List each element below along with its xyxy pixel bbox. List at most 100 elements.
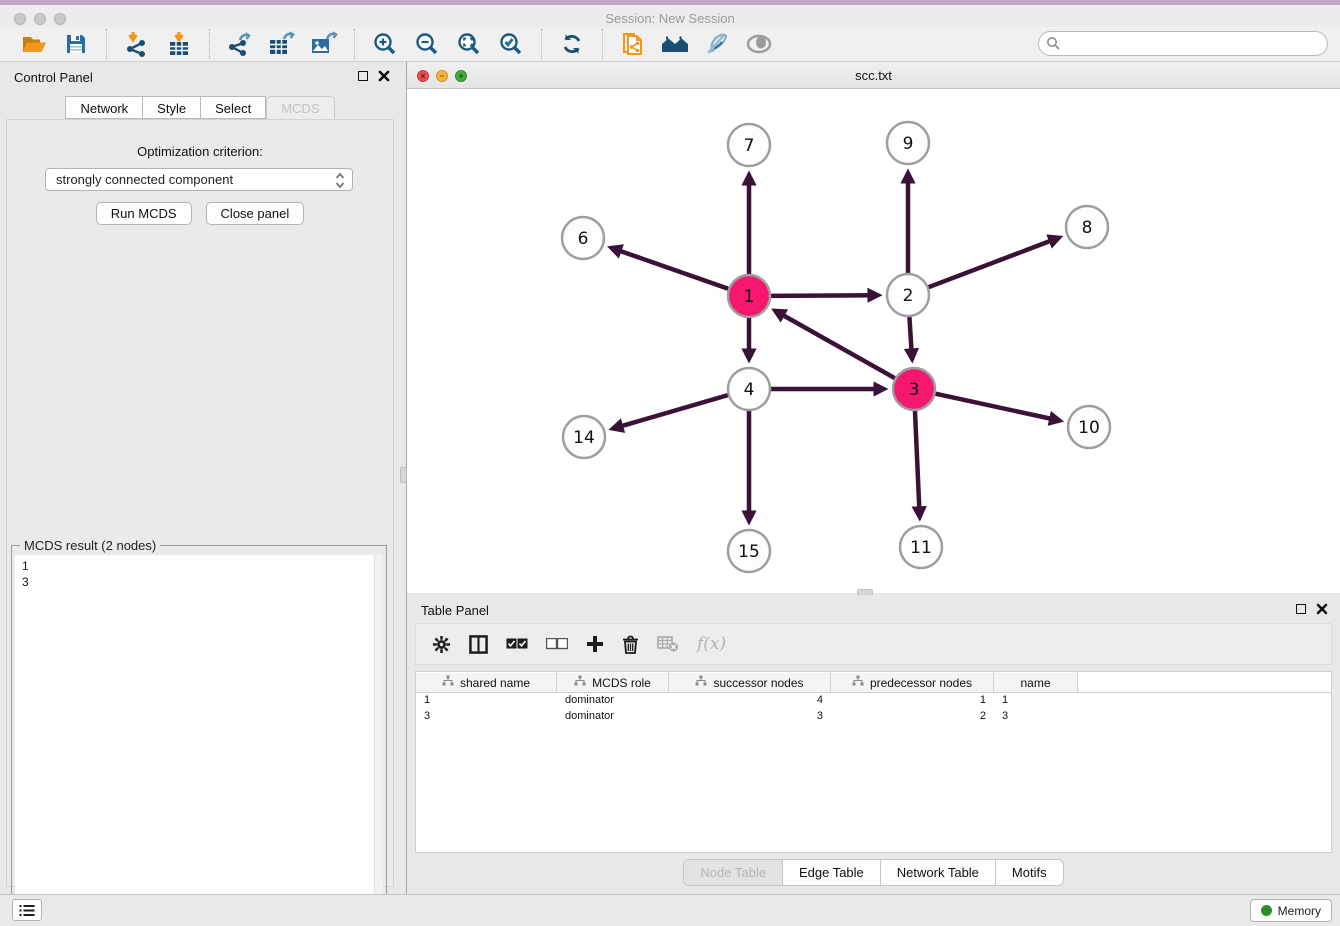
control-panel: Control Panel NetworkStyleSelectMCDS Opt…: [0, 62, 400, 894]
table-row[interactable]: 1dominator411: [416, 693, 1331, 709]
column-header-name[interactable]: name: [994, 672, 1078, 692]
memory-button[interactable]: Memory: [1250, 899, 1332, 922]
table-toolbar: f(x): [415, 623, 1332, 665]
edge-1-2[interactable]: [771, 295, 878, 296]
column-header-successor-nodes[interactable]: successor nodes: [669, 672, 831, 692]
criterion-select[interactable]: strongly connected component: [45, 168, 353, 191]
table-tabs: Node TableEdge TableNetwork TableMotifs: [683, 859, 1063, 886]
cell-name[interactable]: 3: [994, 709, 1078, 725]
node-label-15: 15: [738, 542, 760, 562]
run-mcds-button[interactable]: Run MCDS: [96, 202, 192, 225]
edge-4-14[interactable]: [613, 395, 728, 428]
save-session-icon[interactable]: [58, 29, 94, 59]
search-input[interactable]: [1038, 31, 1328, 56]
network-window-titlebar[interactable]: × − + scc.txt: [407, 62, 1340, 89]
zoom-fit-icon[interactable]: [451, 29, 487, 59]
tab-network-table[interactable]: Network Table: [881, 860, 996, 885]
show-hide-graphics-details-icon[interactable]: [699, 29, 735, 59]
cell-shared-name[interactable]: 3: [416, 709, 557, 725]
tab-style[interactable]: Style: [143, 96, 201, 119]
import-table-icon[interactable]: [161, 29, 197, 59]
show-column-icon[interactable]: [469, 635, 488, 654]
table-header-row: shared nameMCDS rolesuccessor nodesprede…: [416, 672, 1331, 693]
cell-name[interactable]: 1: [994, 693, 1078, 709]
zoom-selected-icon[interactable]: [493, 29, 529, 59]
table-panel-title: Table Panel: [421, 603, 489, 618]
export-network-icon[interactable]: [222, 29, 258, 59]
edge-3-1[interactable]: [775, 311, 895, 378]
cell-MCDS-role[interactable]: dominator: [557, 693, 669, 709]
tab-node-table[interactable]: Node Table: [684, 860, 783, 885]
column-header-shared-name[interactable]: shared name: [416, 672, 557, 692]
edge-3-10[interactable]: [935, 394, 1059, 421]
zoom-in-icon[interactable]: [367, 29, 403, 59]
node-label-7: 7: [744, 136, 755, 156]
toolbar-separator: [354, 29, 355, 59]
cell-predecessor-nodes[interactable]: 1: [831, 693, 994, 709]
tab-select[interactable]: Select: [201, 96, 266, 119]
birds-eye-view-icon[interactable]: [741, 29, 777, 59]
app-titlebar: Session: New Session: [0, 5, 1340, 27]
tab-network[interactable]: Network: [65, 96, 143, 119]
function-builder-icon[interactable]: f(x): [697, 634, 726, 654]
edge-2-3[interactable]: [909, 317, 912, 359]
sort-tree-icon: [695, 675, 707, 690]
mcds-result-fieldset: MCDS result (2 nodes) 13: [11, 545, 387, 925]
close-panel-icon[interactable]: [378, 70, 390, 82]
close-panel-button[interactable]: Close panel: [206, 202, 305, 225]
memory-status-icon: [1261, 905, 1272, 916]
node-table[interactable]: shared nameMCDS rolesuccessor nodesprede…: [415, 671, 1332, 853]
toolbar-separator: [209, 29, 210, 59]
cell-predecessor-nodes[interactable]: 2: [831, 709, 994, 725]
first-neighbors-icon[interactable]: [657, 29, 693, 59]
export-table-icon[interactable]: [264, 29, 300, 59]
network-graph: 7968124314101511: [407, 89, 1338, 588]
network-canvas[interactable]: 7968124314101511: [407, 89, 1338, 588]
add-column-icon[interactable]: [586, 635, 604, 653]
window-title: Session: New Session: [0, 11, 1340, 26]
criterion-value: strongly connected component: [56, 172, 233, 187]
table-row[interactable]: 3dominator323: [416, 709, 1331, 725]
export-image-icon[interactable]: [306, 29, 342, 59]
task-history-button[interactable]: [12, 899, 42, 921]
tab-edge-table[interactable]: Edge Table: [783, 860, 881, 885]
tab-mcds[interactable]: MCDS: [266, 96, 334, 119]
result-scrollbar[interactable]: [374, 555, 383, 921]
column-header-MCDS-role[interactable]: MCDS role: [557, 672, 669, 692]
tab-motifs[interactable]: Motifs: [996, 860, 1063, 885]
sort-tree-icon: [442, 675, 454, 690]
mcds-result-title: MCDS result (2 nodes): [20, 538, 160, 553]
node-label-10: 10: [1078, 418, 1100, 438]
import-network-icon[interactable]: [119, 29, 155, 59]
status-bar: Memory: [0, 894, 1340, 926]
cell-successor-nodes[interactable]: 3: [669, 709, 831, 725]
column-header-predecessor-nodes[interactable]: predecessor nodes: [831, 672, 994, 692]
edge-1-6[interactable]: [611, 248, 728, 289]
cell-MCDS-role[interactable]: dominator: [557, 709, 669, 725]
delete-table-icon[interactable]: [657, 636, 679, 652]
cell-successor-nodes[interactable]: 4: [669, 693, 831, 709]
optimization-criterion-label: Optimization criterion:: [7, 144, 393, 159]
cell-shared-name[interactable]: 1: [416, 693, 557, 709]
search-icon: [1046, 36, 1061, 51]
float-table-panel-icon[interactable]: [1296, 604, 1306, 614]
edge-3-11[interactable]: [915, 411, 920, 517]
mcds-result-area[interactable]: 13: [15, 555, 383, 921]
table-options-icon[interactable]: [432, 635, 451, 654]
deselect-all-icon[interactable]: [546, 638, 568, 650]
edge-2-8[interactable]: [929, 238, 1059, 288]
splitter-handle[interactable]: [400, 467, 407, 483]
open-session-icon[interactable]: [16, 29, 52, 59]
sort-tree-icon: [574, 675, 586, 690]
new-network-from-selection-icon[interactable]: [615, 29, 651, 59]
float-panel-icon[interactable]: [358, 71, 368, 81]
memory-label: Memory: [1278, 904, 1321, 918]
node-label-8: 8: [1082, 218, 1093, 238]
vertical-splitter[interactable]: [400, 62, 407, 894]
zoom-out-icon[interactable]: [409, 29, 445, 59]
select-all-icon[interactable]: [506, 638, 528, 650]
delete-column-icon[interactable]: [622, 635, 639, 654]
network-title: scc.txt: [407, 68, 1340, 83]
refresh-layout-icon[interactable]: [554, 29, 590, 59]
close-table-panel-icon[interactable]: [1316, 603, 1328, 615]
